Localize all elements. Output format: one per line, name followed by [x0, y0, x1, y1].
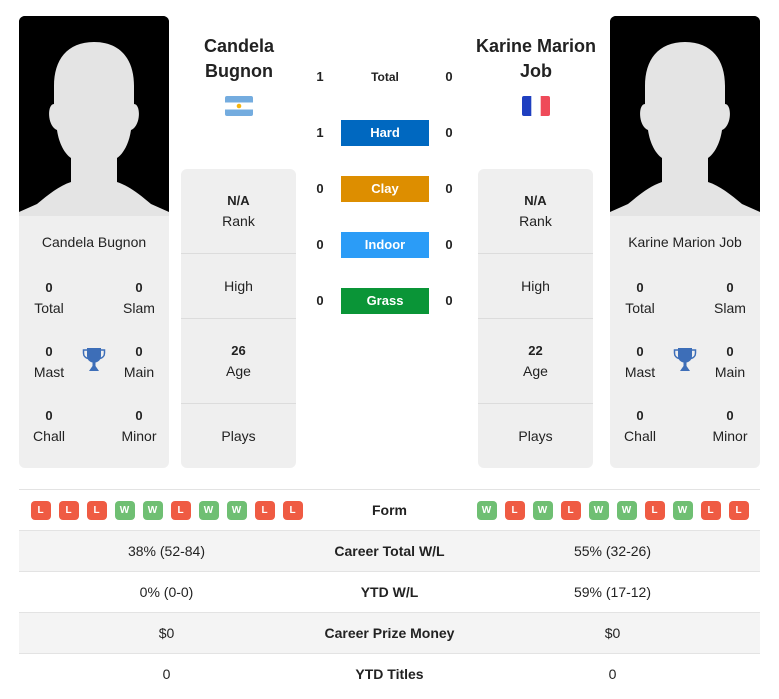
- form-result-badge[interactable]: L: [170, 501, 191, 520]
- surface-hard-badge: Hard: [341, 120, 429, 146]
- form-result-badge[interactable]: W: [142, 501, 163, 520]
- player2-card-name: Karine Marion Job: [628, 234, 742, 250]
- player2-rank-panel: N/A Rank High 22 Age Plays: [478, 169, 593, 468]
- player2-titles-card: Karine Marion Job 0 Total 0 Slam 0 Mast …: [610, 216, 760, 468]
- player1-high: High: [181, 254, 296, 319]
- table-row: 38% (52-84) Career Total W/L 55% (32-26): [19, 531, 760, 572]
- silhouette-icon: [610, 16, 760, 216]
- player1-plays: Plays: [221, 428, 256, 444]
- player1-slam-titles: 0 Slam: [123, 280, 155, 316]
- player2-photo: [610, 16, 760, 216]
- form-result-badge[interactable]: W: [616, 501, 637, 520]
- player1-mast-titles: 0 Mast: [33, 344, 65, 380]
- form-result-badge[interactable]: L: [560, 501, 581, 520]
- h2h-indoor-row: 0 Indoor 0: [300, 232, 480, 258]
- player1-name-line2[interactable]: Bugnon: [169, 59, 309, 84]
- player1-card-name: Candela Bugnon: [41, 234, 147, 250]
- silhouette-icon: [19, 16, 169, 216]
- player2-plays: Plays: [518, 428, 553, 444]
- surface-clay-badge: Clay: [341, 176, 429, 202]
- form-result-badge[interactable]: L: [58, 501, 79, 520]
- form-result-badge[interactable]: L: [644, 501, 665, 520]
- player1-total-titles: 0 Total: [34, 280, 64, 316]
- player1-minor-titles: 0 Minor: [121, 408, 157, 444]
- form-result-badge[interactable]: L: [728, 501, 749, 520]
- form-result-badge[interactable]: W: [476, 501, 497, 520]
- player2-minor-titles: 0 Minor: [712, 408, 748, 444]
- france-flag-icon: [522, 96, 550, 116]
- argentina-flag-icon: [225, 96, 253, 116]
- player1-form: LLLWWLWWLL: [19, 490, 314, 520]
- player1-titles-card: Candela Bugnon 0 Total 0 Slam 0 Mast 0 M…: [19, 216, 169, 468]
- trophy-icon: [673, 348, 697, 371]
- player2-slam-titles: 0 Slam: [714, 280, 746, 316]
- form-result-badge[interactable]: W: [672, 501, 693, 520]
- form-result-badge[interactable]: L: [504, 501, 525, 520]
- player2-chall-titles: 0 Chall: [624, 408, 656, 444]
- player2-rank: N/A Rank: [478, 169, 593, 254]
- table-row: 0 YTD Titles 0: [162, 666, 617, 682]
- h2h-clay-row: 0 Clay 0: [300, 176, 480, 202]
- player2-main-titles: 0 Main: [714, 344, 746, 380]
- h2h-total-row: 1 Total 0: [300, 64, 480, 90]
- player1-rank-panel: N/A Rank High 26 Age Plays: [181, 169, 296, 468]
- player1-chall-titles: 0 Chall: [33, 408, 65, 444]
- form-label: Form: [372, 502, 407, 518]
- form-result-badge[interactable]: W: [532, 501, 553, 520]
- player2-form: WLWLWWLWLL: [465, 490, 760, 520]
- player1-main-titles: 0 Main: [123, 344, 155, 380]
- surface-grass-badge: Grass: [341, 288, 429, 314]
- h2h-grass-row: 0 Grass 0: [300, 288, 480, 314]
- player1-age: 26 Age: [181, 319, 296, 404]
- table-row: $0 Career Prize Money $0: [19, 613, 760, 654]
- form-result-badge[interactable]: W: [588, 501, 609, 520]
- form-result-badge[interactable]: L: [254, 501, 275, 520]
- player2-mast-titles: 0 Mast: [624, 344, 656, 380]
- form-result-badge[interactable]: L: [86, 501, 107, 520]
- player1-photo: [19, 16, 169, 216]
- form-result-badge[interactable]: W: [198, 501, 219, 520]
- form-row: LLLWWLWWLL Form WLWLWWLWLL: [19, 490, 760, 531]
- comparison-table: LLLWWLWWLL Form WLWLWWLWLL 38% (52-84) C…: [19, 489, 760, 695]
- trophy-icon: [82, 348, 106, 371]
- form-result-badge[interactable]: L: [30, 501, 51, 520]
- player2-header: Karine Marion Job: [466, 34, 606, 116]
- player1-name-line1[interactable]: Candela: [169, 34, 309, 59]
- surface-indoor-badge: Indoor: [341, 232, 429, 258]
- player2-total-titles: 0 Total: [625, 280, 655, 316]
- form-result-badge[interactable]: L: [700, 501, 721, 520]
- player1-rank: N/A Rank: [181, 169, 296, 254]
- player2-age: 22 Age: [478, 319, 593, 404]
- table-row: 0% (0-0) YTD W/L 59% (17-12): [19, 572, 760, 613]
- player1-header: Candela Bugnon: [169, 34, 309, 116]
- form-result-badge[interactable]: W: [114, 501, 135, 520]
- player2-name-line2[interactable]: Job: [466, 59, 606, 84]
- h2h-total-label: Total: [371, 70, 399, 84]
- form-result-badge[interactable]: L: [282, 501, 303, 520]
- player2-name-line1[interactable]: Karine Marion: [466, 34, 606, 59]
- h2h-hard-row: 1 Hard 0: [300, 120, 480, 146]
- form-result-badge[interactable]: W: [226, 501, 247, 520]
- player2-high: High: [478, 254, 593, 319]
